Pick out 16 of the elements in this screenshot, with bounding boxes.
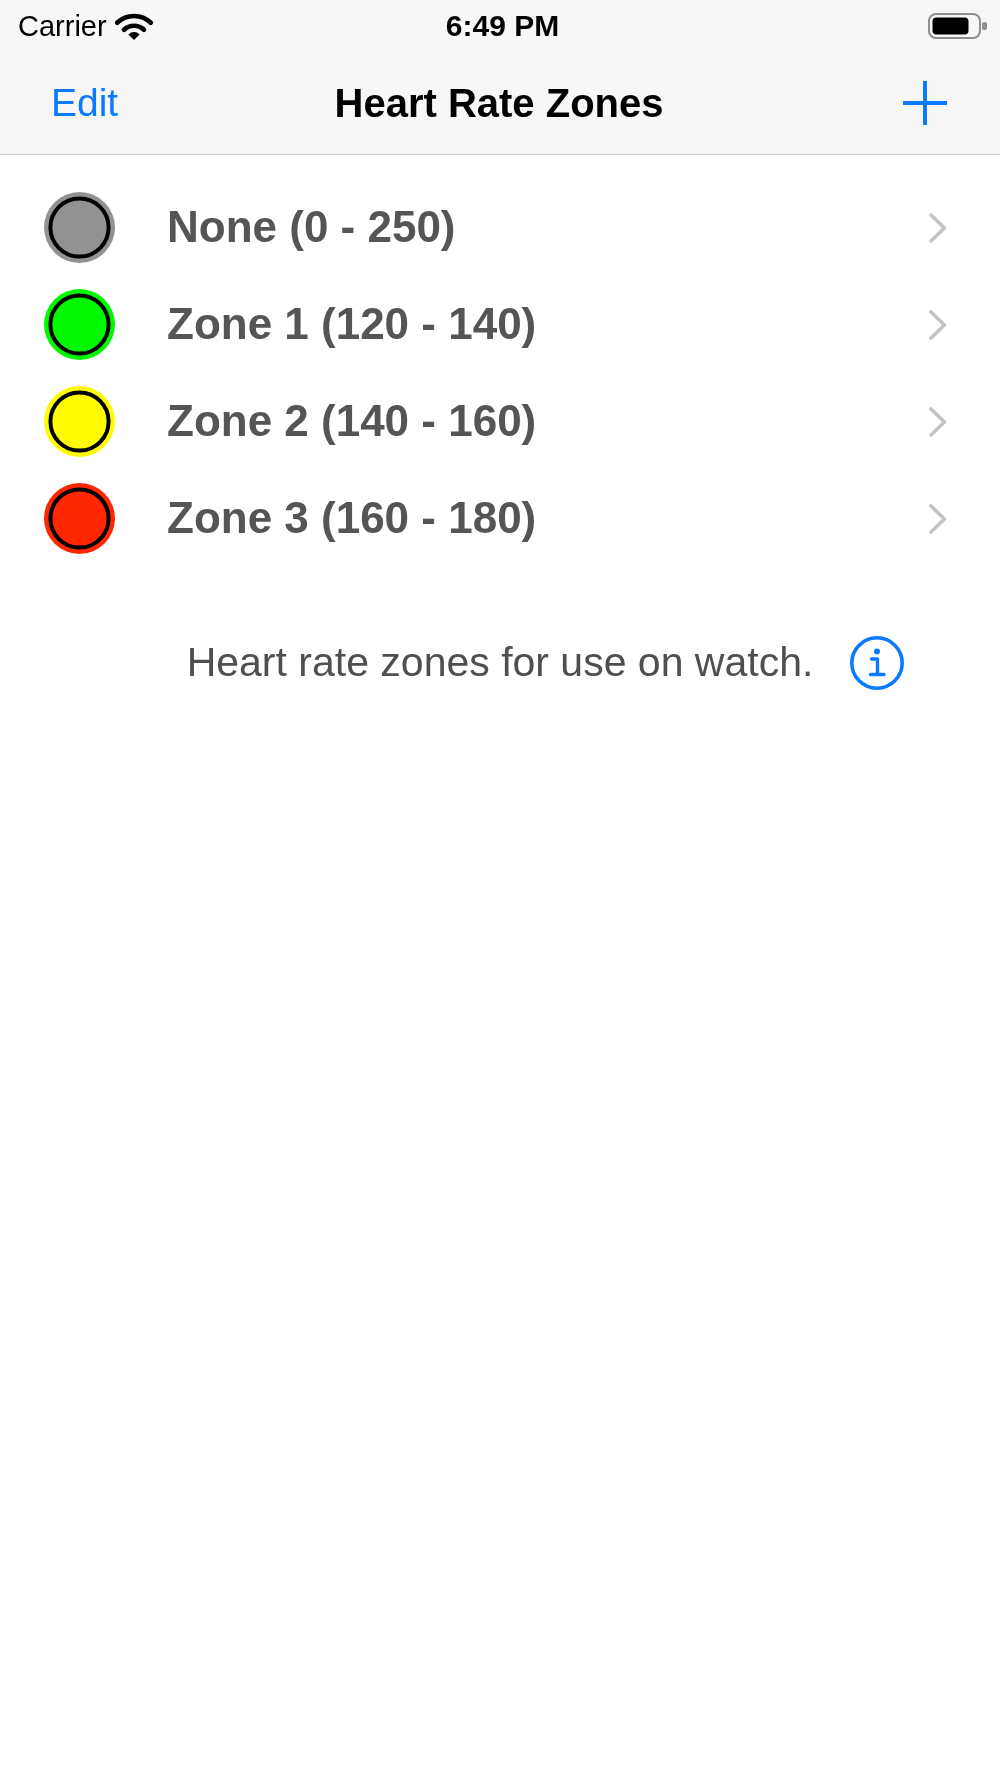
zone-list-item[interactable]: None (0 - 250) (0, 179, 1000, 276)
zone-list-item[interactable]: Zone 3 (160 - 180) (0, 470, 1000, 567)
battery-icon (928, 13, 987, 39)
footer-text: Heart rate zones for use on watch. (186, 638, 814, 688)
info-icon[interactable] (850, 636, 905, 690)
chevron-icon (929, 212, 947, 243)
chevron-icon (929, 503, 947, 534)
carrier-text: Carrier (18, 11, 107, 41)
navigation-title: Heart Rate Zones (334, 80, 664, 127)
zone-list-item[interactable]: Zone 2 (140 - 160) (0, 373, 1000, 470)
time-text: 6:49 PM (445, 11, 560, 41)
chevron-icon (929, 309, 947, 340)
edit-button[interactable]: Edit (51, 79, 119, 127)
add-icon[interactable] (903, 81, 947, 125)
chevron-icon (929, 406, 947, 437)
zone-list-item[interactable]: Zone 1 (120 - 140) (0, 276, 1000, 373)
